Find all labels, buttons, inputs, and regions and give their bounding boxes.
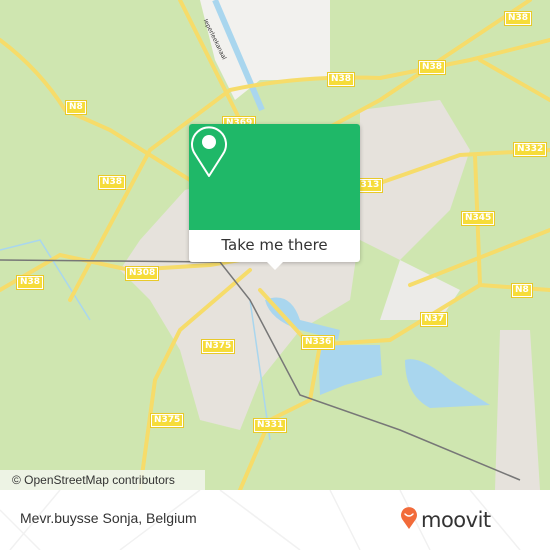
road-label-n38: N38	[417, 60, 447, 75]
map[interactable]: Ieperleekanaal N8 N38 N38 N38 N38 N38 N3…	[0, 0, 550, 490]
lake-2	[405, 359, 490, 408]
road-label-n375: N375	[200, 339, 236, 354]
moovit-logo[interactable]: moovit	[400, 506, 491, 534]
moovit-pin-icon	[400, 506, 418, 534]
road-label-n38: N38	[97, 175, 127, 190]
road-label-n38: N38	[326, 72, 356, 87]
popup-header	[189, 124, 360, 230]
road-label-n38: N38	[15, 275, 45, 290]
road-label-n37: N37	[419, 312, 449, 327]
road-label-n336: N336	[300, 335, 336, 350]
place-title: Mevr.buysse Sonja, Belgium	[20, 510, 197, 526]
location-popup: Take me there	[189, 124, 360, 270]
road-label-n375: N375	[149, 413, 185, 428]
moovit-wordmark: moovit	[421, 508, 491, 532]
lake-1	[318, 345, 382, 395]
footer: Mevr.buysse Sonja, Belgium moovit	[0, 490, 550, 550]
take-me-there-button[interactable]: Take me there	[189, 230, 360, 262]
road-label-n345: N345	[460, 211, 496, 226]
popup-pointer	[266, 261, 284, 270]
road-label-n8: N8	[65, 100, 87, 115]
road-label-n308: N308	[124, 266, 160, 281]
road-label-n332: N332	[512, 142, 548, 157]
road-label-n331: N331	[252, 418, 288, 433]
urban-area-far-east	[495, 330, 540, 490]
road-label-n38: N38	[503, 11, 533, 26]
map-attribution[interactable]: © OpenStreetMap contributors	[0, 470, 205, 490]
road-label-n8: N8	[511, 283, 533, 298]
